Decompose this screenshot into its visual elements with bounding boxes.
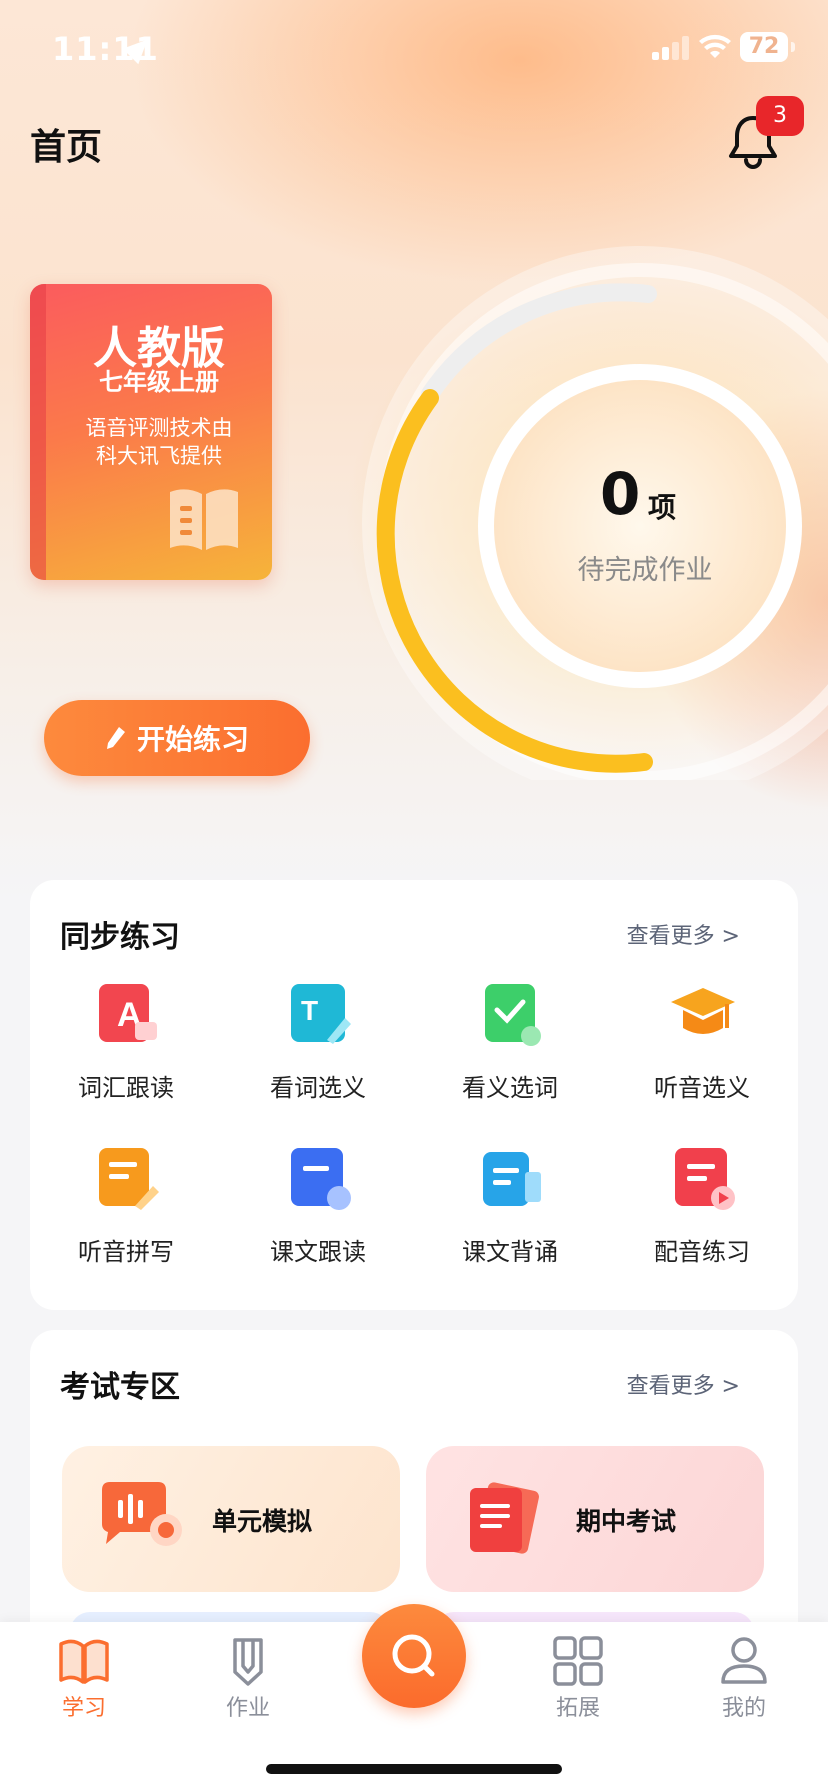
practice-item-text-recite[interactable]: 课文背诵 [414, 1142, 606, 1267]
exam-tile-unit-mock[interactable]: 单元模拟 [62, 1446, 400, 1592]
tab-learn[interactable]: 学习 [24, 1622, 144, 1732]
textbook-grade: 七年级上册 [99, 368, 219, 396]
practice-item-label: 听音拼写 [78, 1238, 174, 1266]
exam-zone-more-link[interactable]: 查看更多 > [627, 1368, 740, 1400]
homework-count-unit: 项 [648, 491, 677, 524]
open-book-icon [170, 489, 238, 550]
tab-expand[interactable]: 拓展 [518, 1622, 638, 1732]
book-icon [59, 1639, 109, 1684]
practice-item-listen-spell[interactable]: 听音拼写 [30, 1142, 222, 1267]
tab-homework-label: 作业 [225, 1696, 270, 1721]
practice-item-label: 课文跟读 [270, 1238, 366, 1266]
practice-item-text-read[interactable]: 课文跟读 [222, 1142, 414, 1267]
tab-profile-label: 我的 [721, 1696, 766, 1721]
pencil-icon [106, 727, 125, 749]
tab-profile[interactable]: 我的 [684, 1622, 804, 1732]
profile-icon [721, 1637, 767, 1684]
practice-item-label: 听音选义 [654, 1074, 750, 1102]
start-practice-button[interactable]: 开始练习 [44, 700, 310, 776]
page-title: 首页 [30, 127, 103, 168]
exam-tile-label: 单元模拟 [212, 1507, 313, 1536]
search-button[interactable] [362, 1604, 466, 1708]
svg-text:T: T [301, 995, 318, 1026]
meaning-word-icon [485, 984, 541, 1046]
practice-item-label: 配音练习 [654, 1238, 750, 1266]
cellular-signal-icon [652, 36, 692, 60]
practice-item-label: 看义选词 [462, 1074, 558, 1102]
practice-item-listen-meaning[interactable]: 听音选义 [606, 978, 798, 1103]
battery-indicator: 72 [740, 32, 788, 62]
tab-homework[interactable]: 作业 [188, 1622, 308, 1732]
homework-progress-ring [362, 246, 828, 780]
battery-tip [791, 42, 795, 52]
listen-meaning-icon [671, 988, 735, 1034]
status-bar: 11:11 72 [0, 0, 828, 100]
tab-learn-label: 学习 [61, 1696, 106, 1721]
credit-line-2: 科大讯飞提供 [96, 444, 222, 468]
start-practice-label: 开始练习 [136, 723, 249, 756]
practice-item-meaning-word[interactable]: 看义选词 [414, 978, 606, 1103]
practice-item-dubbing[interactable]: 配音练习 [606, 1142, 798, 1267]
exam-tile-label: 期中考试 [576, 1507, 677, 1536]
word-meaning-icon: T [291, 984, 351, 1044]
text-recite-icon [483, 1152, 541, 1206]
listen-spell-icon [99, 1148, 159, 1210]
sync-practice-card: 同步练习 查看更多 > A 词汇跟读 T 看词选义 看义选词 听音选义 听音拼写… [30, 880, 798, 1310]
home-indicator [266, 1764, 562, 1774]
unit-mock-icon [102, 1482, 182, 1546]
midterm-icon [470, 1482, 539, 1554]
tab-expand-label: 拓展 [555, 1696, 600, 1721]
textbook-credit: 语音评测技术由 科大讯飞提供 [46, 414, 272, 470]
practice-item-label: 词汇跟读 [78, 1074, 174, 1102]
homework-count: 0 [600, 460, 641, 528]
wifi-icon [699, 34, 731, 58]
vocab-read-icon: A [99, 984, 157, 1042]
practice-item-word-meaning[interactable]: T 看词选义 [222, 978, 414, 1103]
exam-tile-midterm[interactable]: 期中考试 [426, 1446, 764, 1592]
practice-item-label: 看词选义 [270, 1074, 366, 1102]
sync-practice-more-link[interactable]: 查看更多 > [627, 918, 740, 950]
homework-label: 待完成作业 [577, 555, 713, 586]
notification-badge: 3 [756, 96, 804, 136]
dubbing-icon [675, 1148, 735, 1210]
credit-line-1: 语音评测技术由 [85, 416, 233, 440]
textbook-card[interactable]: 人教版 七年级上册 语音评测技术由 科大讯飞提供 [30, 284, 272, 580]
exam-zone-title: 考试专区 [60, 1370, 180, 1405]
practice-item-vocab-read[interactable]: A 词汇跟读 [30, 978, 222, 1103]
practice-item-label: 课文背诵 [462, 1238, 558, 1266]
sync-practice-title: 同步练习 [60, 920, 180, 955]
grid-icon [553, 1636, 603, 1686]
homework-icon [233, 1638, 263, 1686]
search-icon [392, 1634, 435, 1677]
text-read-icon [291, 1148, 351, 1210]
